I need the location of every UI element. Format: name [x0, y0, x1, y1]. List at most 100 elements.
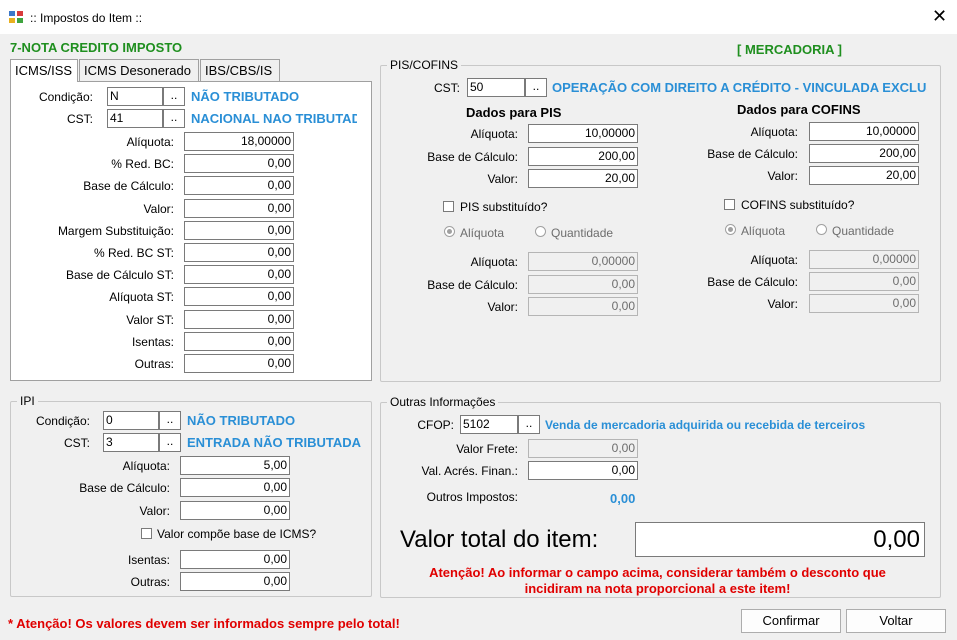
pis-cofins-cst-input[interactable]: 50 — [467, 78, 525, 97]
app-icon — [9, 11, 23, 23]
pis-st-aliquota-label: Alíquota: — [470, 255, 518, 269]
ipi-condicao-input[interactable]: 0 — [103, 411, 159, 430]
pis-st-valor-label: Valor: — [487, 300, 518, 314]
pis-radio-aliquota[interactable] — [444, 226, 455, 237]
outras-title: Outras Informações — [387, 395, 499, 409]
ipi-aliquota-input[interactable]: 5,00 — [180, 456, 290, 475]
ipi-aliquota-label: Alíquota: — [122, 459, 170, 473]
pis-substituido-checkbox[interactable] — [443, 201, 454, 212]
pis-substituido-label: PIS substituído? — [460, 200, 548, 214]
acres-input[interactable]: 0,00 — [528, 461, 638, 480]
icms-field-label: % Red. BC ST: — [93, 246, 174, 260]
tab-ibs-cbs-is[interactable]: IBS/CBS/IS — [200, 59, 280, 81]
icms-field-label: Alíquota: — [126, 135, 174, 149]
tab-icms-desonerado[interactable]: ICMS Desonerado — [79, 59, 199, 81]
cofins-valor-label: Valor: — [767, 169, 798, 183]
title-bar: :: Impostos do Item :: ✕ — [0, 0, 957, 34]
icms-field-input[interactable]: 0,00 — [184, 332, 294, 351]
icms-field-input[interactable]: 0,00 — [184, 243, 294, 262]
nota-title: 7-NOTA CREDITO IMPOSTO — [10, 40, 183, 55]
cofins-substituido-label: COFINS substituído? — [741, 198, 855, 212]
close-icon[interactable]: ✕ — [932, 7, 947, 25]
pis-valor-input[interactable]: 20,00 — [528, 169, 638, 188]
total-input[interactable]: 0,00 — [635, 522, 925, 557]
cofins-valor-input[interactable]: 20,00 — [809, 166, 919, 185]
ipi-compoe-checkbox[interactable] — [141, 528, 152, 539]
total-label: Valor total do item: — [400, 526, 599, 553]
pis-base-input[interactable]: 200,00 — [528, 147, 638, 166]
cfop-lookup-button[interactable]: .. — [518, 415, 540, 434]
ipi-outras-input[interactable]: 0,00 — [180, 572, 290, 591]
icms-field-input[interactable]: 0,00 — [184, 310, 294, 329]
pis-st-base-label: Base de Cálculo: — [427, 278, 518, 292]
pis-radio-aliquota-label: Alíquota — [460, 226, 505, 240]
ipi-cst-input[interactable]: 3 — [103, 433, 159, 452]
cofins-st-aliquota-label: Alíquota: — [750, 253, 798, 267]
pis-radio-quantidade[interactable] — [535, 226, 546, 237]
cofins-st-valor-input: 0,00 — [809, 294, 919, 313]
ipi-condicao-label: Condição: — [35, 414, 90, 428]
ipi-condicao-lookup-button[interactable]: .. — [159, 411, 181, 430]
icms-condicao-lookup-button[interactable]: .. — [163, 87, 185, 106]
tipo-badge: [ MERCADORIA ] — [737, 42, 842, 57]
icms-condicao-label: Condição: — [38, 90, 93, 104]
ipi-base-input[interactable]: 0,00 — [180, 478, 290, 497]
icms-field-input[interactable]: 0,00 — [184, 221, 294, 240]
pis-cofins-cst-desc: OPERAÇÃO COM DIREITO A CRÉDITO - VINCULA… — [552, 80, 927, 95]
cofins-radio-aliquota-label: Alíquota — [741, 224, 786, 238]
pis-valor-label: Valor: — [487, 172, 518, 186]
pis-cofins-cst-label: CST: — [433, 81, 460, 95]
pis-aliquota-input[interactable]: 10,00000 — [528, 124, 638, 143]
icms-field-input[interactable]: 0,00 — [184, 265, 294, 284]
cofins-st-valor-label: Valor: — [767, 297, 798, 311]
ipi-outras-label: Outras: — [130, 575, 170, 589]
cofins-aliquota-label: Alíquota: — [750, 125, 798, 139]
confirm-button[interactable]: Confirmar — [741, 609, 841, 633]
cofins-base-input[interactable]: 200,00 — [809, 144, 919, 163]
pis-base-label: Base de Cálculo: — [427, 150, 518, 164]
icms-cst-desc: NACIONAL NAO TRIBUTADA — [191, 111, 357, 126]
cofins-st-base-input: 0,00 — [809, 272, 919, 291]
icms-field-input[interactable]: 0,00 — [184, 176, 294, 195]
icms-field-input[interactable]: 0,00 — [184, 199, 294, 218]
ipi-base-label: Base de Cálculo: — [79, 481, 170, 495]
frete-input: 0,00 — [528, 439, 638, 458]
cofins-base-label: Base de Cálculo: — [707, 147, 798, 161]
cofins-radio-quantidade[interactable] — [816, 224, 827, 235]
icms-field-input[interactable]: 0,00 — [184, 354, 294, 373]
ipi-valor-input[interactable]: 0,00 — [180, 501, 290, 520]
pis-cofins-cst-lookup-button[interactable]: .. — [525, 78, 547, 97]
icms-cst-label: CST: — [66, 112, 93, 126]
cofins-st-aliquota-input: 0,00000 — [809, 250, 919, 269]
cofins-radio-aliquota[interactable] — [725, 224, 736, 235]
tab-icms-iss[interactable]: ICMS/ISS — [10, 59, 78, 82]
icms-field-label: Isentas: — [131, 335, 174, 349]
icms-field-label: Valor ST: — [126, 313, 174, 327]
cofins-substituido-checkbox[interactable] — [724, 199, 735, 210]
icms-field-input[interactable]: 0,00 — [184, 154, 294, 173]
frete-label: Valor Frete: — [456, 442, 518, 456]
cofins-aliquota-input[interactable]: 10,00000 — [809, 122, 919, 141]
icms-condicao-desc: NÃO TRIBUTADO — [191, 89, 300, 104]
cfop-input[interactable]: 5102 — [460, 415, 518, 434]
ipi-isentas-label: Isentas: — [127, 553, 170, 567]
icms-field-label: Valor: — [143, 202, 174, 216]
ipi-cst-lookup-button[interactable]: .. — [159, 433, 181, 452]
cfop-desc: Venda de mercadoria adquirida ou recebid… — [545, 418, 866, 432]
ipi-isentas-input[interactable]: 0,00 — [180, 550, 290, 569]
icms-field-label: Base de Cálculo ST: — [65, 268, 174, 282]
back-button[interactable]: Voltar — [846, 609, 946, 633]
icms-field-input[interactable]: 18,00000 — [184, 132, 294, 151]
icms-cst-input[interactable]: 41 — [107, 109, 163, 128]
icms-cst-lookup-button[interactable]: .. — [163, 109, 185, 128]
cofins-st-base-label: Base de Cálculo: — [707, 275, 798, 289]
icms-condicao-input[interactable]: N — [107, 87, 163, 106]
pis-st-aliquota-input: 0,00000 — [528, 252, 638, 271]
pis-cofins-title: PIS/COFINS — [387, 58, 462, 72]
footer-warning: * Atenção! Os valores devem ser informad… — [8, 616, 400, 631]
icms-field-label: Base de Cálculo: — [83, 179, 174, 193]
ipi-cst-desc: ENTRADA NÃO TRIBUTADA — [187, 435, 362, 450]
icms-field-input[interactable]: 0,00 — [184, 287, 294, 306]
icms-field-label: Alíquota ST: — [109, 290, 174, 304]
icms-field-label: % Red. BC: — [111, 157, 174, 171]
